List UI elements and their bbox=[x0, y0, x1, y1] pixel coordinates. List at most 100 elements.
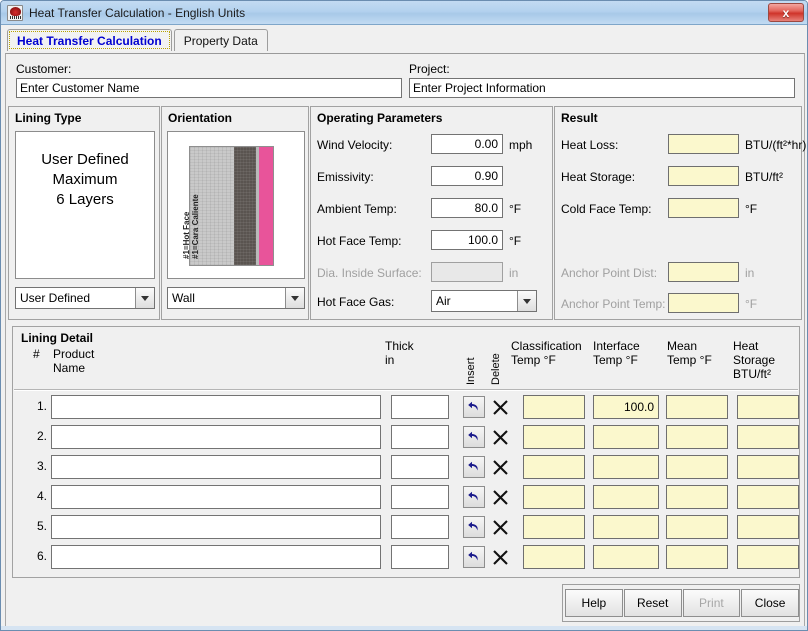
wind-velocity-unit: mph bbox=[509, 138, 533, 152]
thickness-input[interactable] bbox=[391, 515, 449, 539]
delete-row-button[interactable] bbox=[489, 456, 511, 478]
column-header-num: # bbox=[33, 347, 40, 361]
lining-type-group: Lining Type User Defined Maximum 6 Layer… bbox=[8, 106, 160, 320]
hot-face-temp-input[interactable] bbox=[431, 230, 503, 250]
wind-velocity-input[interactable] bbox=[431, 134, 503, 154]
dia-inside-surface-unit: in bbox=[509, 266, 519, 280]
emissivity-input[interactable] bbox=[431, 166, 503, 186]
table-row: 6. bbox=[13, 543, 799, 573]
column-header-product-line1: Product bbox=[53, 347, 95, 361]
dia-inside-surface-label: Dia. Inside Surface: bbox=[317, 266, 422, 280]
anchor-point-temp-unit: °F bbox=[745, 297, 758, 311]
product-name-input[interactable] bbox=[51, 515, 381, 539]
chevron-down-icon bbox=[517, 291, 536, 311]
column-header-classification: Classification Temp °F bbox=[511, 339, 582, 367]
delete-row-button[interactable] bbox=[489, 486, 511, 508]
reset-button[interactable]: Reset bbox=[623, 589, 682, 617]
row-number: 6. bbox=[36, 549, 47, 563]
insert-row-button[interactable] bbox=[463, 456, 485, 478]
insert-row-button[interactable] bbox=[463, 396, 485, 418]
close-window-button[interactable]: x bbox=[768, 3, 804, 22]
row-number: 1. bbox=[36, 399, 47, 413]
column-header-thick-line1: Thick bbox=[385, 339, 414, 353]
interface-temp-output bbox=[593, 395, 659, 419]
wall-caption-line-1: #1=Hot Face bbox=[182, 211, 191, 259]
customer-input[interactable] bbox=[16, 78, 402, 98]
header-divider bbox=[14, 389, 798, 390]
anchor-point-dist-label: Anchor Point Dist: bbox=[561, 266, 658, 280]
tab-property-data[interactable]: Property Data bbox=[173, 29, 268, 51]
delete-row-button[interactable] bbox=[489, 426, 511, 448]
orientation-selected-value: Wall bbox=[172, 291, 195, 305]
orientation-select[interactable]: Wall bbox=[167, 287, 305, 309]
lining-type-title: Lining Type bbox=[15, 111, 82, 125]
delete-row-button[interactable] bbox=[489, 396, 511, 418]
thickness-input[interactable] bbox=[391, 395, 449, 419]
help-button[interactable]: Help bbox=[565, 589, 623, 617]
project-input[interactable] bbox=[409, 78, 795, 98]
close-x-icon bbox=[492, 429, 508, 445]
tab-strip: Heat Transfer Calculation Property Data bbox=[1, 25, 807, 51]
wall-caption: #1=Hot Face #1=Cara Caliente bbox=[182, 194, 200, 259]
wind-velocity-label: Wind Velocity: bbox=[317, 138, 393, 152]
anchor-point-temp-label: Anchor Point Temp: bbox=[561, 297, 666, 311]
heat-storage-output bbox=[737, 545, 799, 569]
close-button[interactable]: Close bbox=[741, 589, 799, 617]
heat-storage-label: Heat Storage: bbox=[561, 170, 636, 184]
thickness-input[interactable] bbox=[391, 425, 449, 449]
product-name-input[interactable] bbox=[51, 395, 381, 419]
classification-temp-output bbox=[523, 425, 585, 449]
ambient-temp-unit: °F bbox=[509, 202, 522, 216]
row-number: 4. bbox=[36, 489, 47, 503]
product-name-input[interactable] bbox=[51, 425, 381, 449]
close-x-icon bbox=[492, 399, 508, 415]
delete-row-button[interactable] bbox=[489, 516, 511, 538]
thickness-input[interactable] bbox=[391, 545, 449, 569]
undo-arrow-icon bbox=[468, 521, 478, 531]
undo-arrow-icon bbox=[468, 431, 478, 441]
product-name-input[interactable] bbox=[51, 545, 381, 569]
wall-layer-cold-face bbox=[259, 147, 273, 265]
lining-type-select[interactable]: User Defined bbox=[15, 287, 155, 309]
insert-row-button[interactable] bbox=[463, 426, 485, 448]
lining-preview-line-2: Maximum bbox=[52, 171, 118, 188]
thickness-input[interactable] bbox=[391, 485, 449, 509]
insert-row-button[interactable] bbox=[463, 486, 485, 508]
anchor-point-dist-unit: in bbox=[745, 266, 755, 280]
column-header-insert: Insert bbox=[465, 357, 477, 385]
wall-layer-hot-face: #1=Hot Face #1=Cara Caliente bbox=[182, 147, 234, 265]
wall-layer-middle bbox=[234, 147, 256, 265]
ambient-temp-input[interactable] bbox=[431, 198, 503, 218]
main-content-panel: Customer: Project: Lining Type User Defi… bbox=[5, 53, 806, 628]
product-name-input[interactable] bbox=[51, 455, 381, 479]
result-title: Result bbox=[561, 111, 598, 125]
delete-row-button[interactable] bbox=[489, 546, 511, 568]
product-name-input[interactable] bbox=[51, 485, 381, 509]
lining-detail-panel: Lining Detail # Product Name Thick in In… bbox=[12, 326, 800, 578]
undo-arrow-icon bbox=[468, 491, 478, 501]
close-x-icon bbox=[492, 519, 508, 535]
thickness-input[interactable] bbox=[391, 455, 449, 479]
mean-temp-output bbox=[666, 545, 728, 569]
insert-row-button[interactable] bbox=[463, 516, 485, 538]
column-header-mean: Mean Temp °F bbox=[667, 339, 712, 367]
interface-temp-output bbox=[593, 485, 659, 509]
wall-caption-line-2: #1=Cara Caliente bbox=[191, 194, 200, 259]
insert-row-button[interactable] bbox=[463, 546, 485, 568]
project-label: Project: bbox=[409, 62, 450, 76]
tab-heat-transfer-calculation[interactable]: Heat Transfer Calculation bbox=[7, 29, 172, 51]
dia-inside-surface-input bbox=[431, 262, 503, 282]
classification-temp-output bbox=[523, 455, 585, 479]
interface-temp-output bbox=[593, 455, 659, 479]
result-group: Result Heat Loss: BTU/(ft²*hr) Heat Stor… bbox=[554, 106, 806, 320]
row-number: 2. bbox=[36, 429, 47, 443]
hot-face-gas-select[interactable]: Air bbox=[431, 290, 537, 312]
hot-face-gas-label: Hot Face Gas: bbox=[317, 295, 395, 309]
mean-temp-output bbox=[666, 425, 728, 449]
emissivity-label: Emissivity: bbox=[317, 170, 374, 184]
row-number: 3. bbox=[36, 459, 47, 473]
orientation-title: Orientation bbox=[168, 111, 233, 125]
heat-loss-unit: BTU/(ft²*hr) bbox=[745, 138, 807, 152]
table-row: 1. bbox=[13, 393, 799, 423]
close-x-icon bbox=[492, 459, 508, 475]
